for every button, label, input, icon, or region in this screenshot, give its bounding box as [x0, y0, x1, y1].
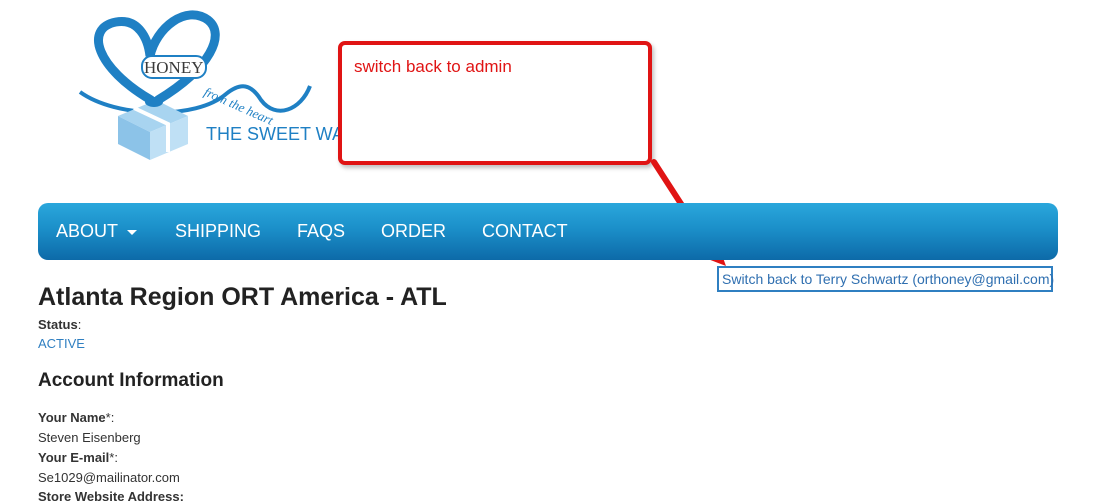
email-label-text: Your E-mail [38, 450, 110, 465]
status-badge: ACTIVE [38, 336, 85, 351]
status-label-text: Status [38, 317, 78, 332]
site-logo[interactable]: HONEY from the heart THE SWEET WA [76, 8, 346, 168]
nav-item-about-label: ABOUT [56, 221, 119, 241]
email-label: Your E-mail*: [38, 450, 118, 465]
email-required-mark: *: [109, 450, 118, 465]
switch-back-link[interactable]: Switch back to Terry Schwartz (orthoney@… [717, 266, 1054, 292]
name-required-mark: *: [105, 410, 115, 425]
account-info-heading: Account Information [38, 370, 224, 391]
name-label: Your Name*: [38, 410, 114, 425]
annotation-text: switch back to admin [354, 57, 512, 76]
nav-item-about[interactable]: ABOUT [56, 221, 138, 242]
name-label-text: Your Name [38, 410, 106, 425]
name-value: Steven Eisenberg [38, 430, 141, 445]
nav-item-shipping[interactable]: SHIPPING [175, 221, 261, 242]
page-title: Atlanta Region ORT America - ATL [38, 283, 447, 311]
main-navbar: ABOUT SHIPPING FAQS ORDER CONTACT [38, 203, 1058, 260]
caret-down-icon [127, 229, 138, 235]
status-label: Status: [38, 317, 81, 332]
nav-item-order[interactable]: ORDER [381, 221, 446, 242]
logo-subtitle: THE SWEET WA [206, 124, 345, 144]
nav-item-faqs[interactable]: FAQS [297, 221, 345, 242]
email-value: Se1029@mailinator.com [38, 470, 180, 485]
nav-item-contact[interactable]: CONTACT [482, 221, 568, 242]
annotation-callout: switch back to admin [338, 41, 652, 165]
logo-brand-word: HONEY [144, 58, 204, 77]
status-label-colon: : [77, 317, 82, 332]
